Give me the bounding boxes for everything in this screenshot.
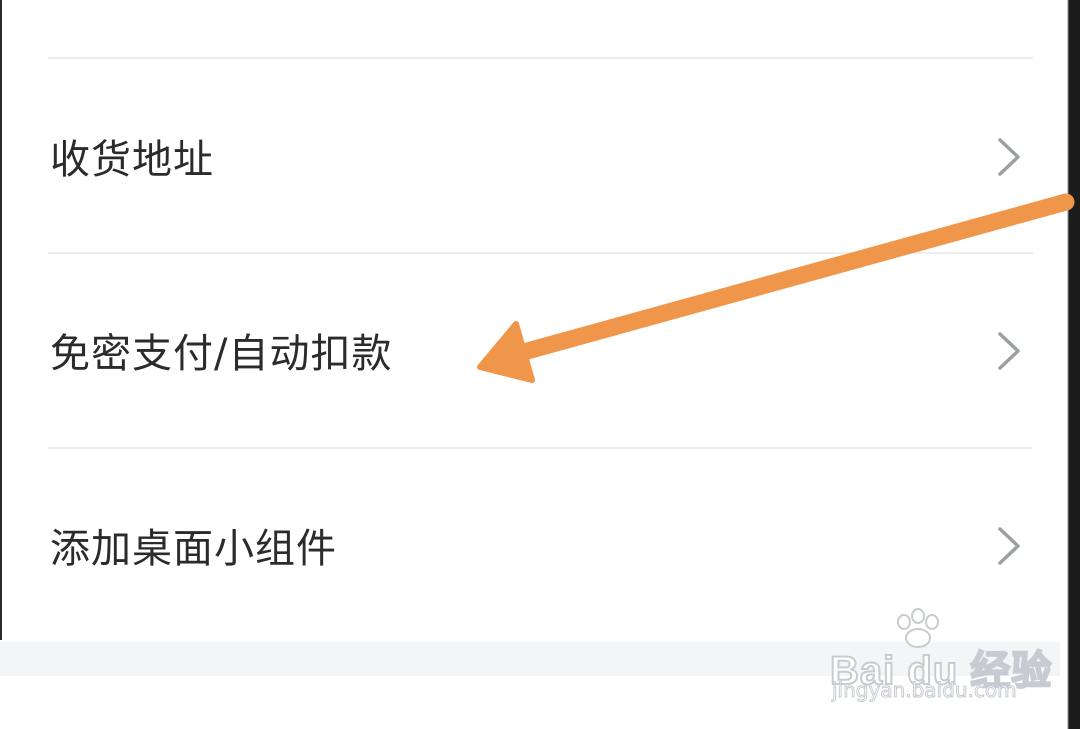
menu-item-label: 收货地址 <box>50 136 214 183</box>
baidu-jingyan-watermark: Bai du 经验 jingyan.baidu.com <box>820 608 1052 708</box>
menu-item-label: 免密支付/自动扣款 <box>50 330 393 377</box>
chevron-right-icon <box>998 527 1020 565</box>
screen-edge-right <box>1060 0 1080 729</box>
menu-item-password-free-payment[interactable]: 免密支付/自动扣款 <box>0 254 1060 448</box>
chevron-right-icon <box>998 138 1020 176</box>
watermark-url: jingyan.baidu.com <box>832 678 1018 703</box>
settings-screen: 收货地址 免密支付/自动扣款 添加桌面小组件 Bai du 经验 jingyan… <box>0 0 1080 729</box>
chevron-right-icon <box>998 332 1020 370</box>
menu-item-shipping-address[interactable]: 收货地址 <box>0 60 1060 254</box>
menu-item-label: 添加桌面小组件 <box>50 525 337 572</box>
divider <box>48 57 1033 59</box>
